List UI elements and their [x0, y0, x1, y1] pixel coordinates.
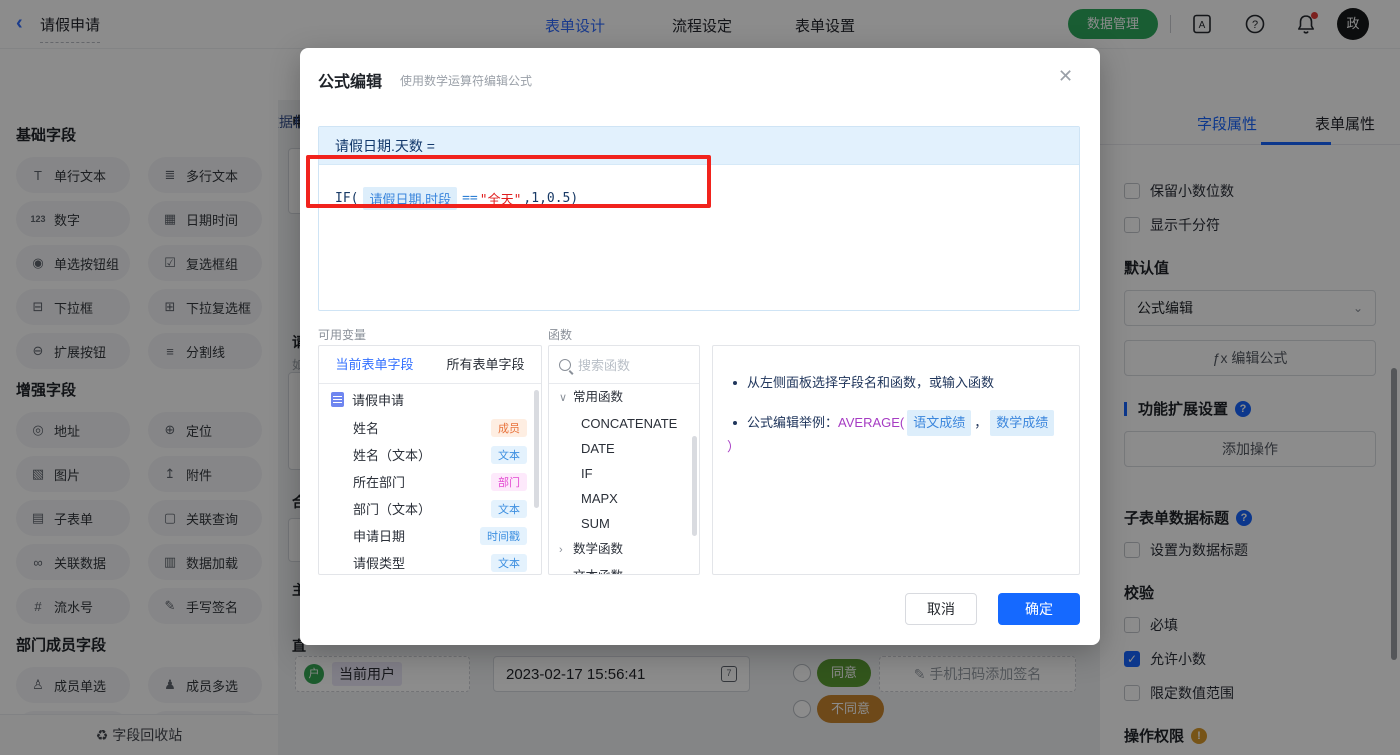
function-item[interactable]: IF [549, 461, 699, 486]
tip-comma: ， [974, 415, 988, 430]
function-group-collapsed[interactable]: ›文本函数 [549, 563, 699, 574]
variable-name: 所在部门 [353, 475, 406, 490]
functions-panel: 搜索函数 ∨常用函数CONCATENATEDATEIFMAPXSUM›数学函数›… [548, 345, 700, 575]
search-placeholder: 搜索函数 [578, 358, 631, 373]
tip-line-1: 从左侧面板选择字段名和函数，或输入函数 [727, 372, 1059, 394]
tip-token-1: 语文成绩 [907, 410, 972, 436]
variable-row[interactable]: 部门（文本） 文本 [319, 495, 541, 522]
variables-tabs: 当前表单字段 所有表单字段 [319, 346, 541, 384]
variable-type-badge: 文本 [491, 445, 527, 464]
red-annotation-box [306, 155, 711, 208]
variable-row[interactable]: 所在部门 部门 [319, 468, 541, 495]
modal-title: 公式编辑 [318, 74, 383, 91]
variable-type-badge: 时间戳 [480, 526, 527, 545]
function-item[interactable]: MAPX [549, 486, 699, 511]
variable-row[interactable]: 姓名 成员 [319, 414, 541, 441]
function-group-expanded[interactable]: ∨ 常用函数 [549, 384, 699, 411]
formula-editor-box[interactable]: 请假日期.天数 = IF( 请假日期.时段 == "全天" ,1,0.5) [318, 126, 1080, 311]
function-item[interactable]: SUM [549, 511, 699, 536]
function-item[interactable]: CONCATENATE [549, 411, 699, 436]
variable-row[interactable]: 请假类型 文本 [319, 549, 541, 574]
variable-row[interactable]: 申请日期 时间戳 [319, 522, 541, 549]
functions-scrollbar[interactable] [692, 436, 697, 536]
variable-type-badge: 文本 [491, 553, 527, 572]
confirm-button[interactable]: 确定 [998, 593, 1080, 625]
variable-name: 姓名 [353, 421, 380, 436]
tip-token-2: 数学成绩 [990, 410, 1055, 436]
variables-panel: 当前表单字段 所有表单字段 请假申请 姓名 成员 姓名（文本） 文本 所在部门 部门 部门（… [318, 345, 542, 575]
bullet-icon [733, 421, 737, 425]
app-window: ‹ 请假申请 表单设计流程设定表单设置 数据管理 A ? 政 ∞表单外链∿后端脚… [0, 0, 1400, 755]
function-group-label: 文本函数 [573, 569, 623, 574]
variable-name: 请假类型 [353, 556, 406, 571]
tips-panel: 从左侧面板选择字段名和函数，或输入函数 公式编辑举例： AVERAGE( 语文成… [712, 345, 1080, 575]
chevron-right-icon: › [559, 544, 563, 556]
bullet-icon [733, 381, 737, 385]
functions-label: 函数 [548, 328, 573, 342]
cancel-button[interactable]: 取消 [905, 593, 977, 625]
function-search-input[interactable]: 搜索函数 [549, 346, 699, 384]
function-group-collapsed[interactable]: › 数学函数 [549, 536, 699, 563]
modal-subtitle: 使用数学运算符编辑公式 [400, 74, 533, 88]
chevron-right-icon: › [559, 564, 573, 574]
tip-fn-open: AVERAGE( [838, 415, 905, 430]
tab-all-form-fields[interactable]: 所有表单字段 [430, 346, 541, 383]
tip-line-2: 公式编辑举例： AVERAGE( 语文成绩 ， 数学成绩 ） [727, 410, 1059, 458]
form-doc-icon [331, 391, 344, 407]
formula-editor-modal: 公式编辑 使用数学运算符编辑公式 ✕ 请假日期.天数 = IF( 请假日期.时段… [300, 48, 1100, 645]
variable-type-badge: 部门 [491, 472, 527, 491]
function-group-label: 数学函数 [573, 542, 624, 556]
tip-fn-close: ） [727, 439, 741, 454]
variable-name: 部门（文本） [353, 502, 432, 517]
variable-row[interactable]: 姓名（文本） 文本 [319, 441, 541, 468]
variable-name: 申请日期 [353, 529, 406, 544]
function-group-label: 常用函数 [573, 390, 624, 404]
chevron-down-icon: ∨ [559, 392, 568, 404]
tab-current-form-fields[interactable]: 当前表单字段 [319, 346, 430, 383]
variables-scrollbar[interactable] [534, 390, 539, 508]
variables-root-label: 请假申请 [352, 392, 405, 408]
variables-label: 可用变量 [318, 328, 367, 342]
variable-type-badge: 文本 [491, 499, 527, 518]
variable-name: 姓名（文本） [353, 448, 432, 463]
variable-type-badge: 成员 [491, 418, 527, 437]
search-icon [559, 358, 571, 371]
close-icon[interactable]: ✕ [1058, 66, 1073, 87]
function-item[interactable]: DATE [549, 436, 699, 461]
variables-root-node[interactable]: 请假申请 [319, 384, 541, 414]
